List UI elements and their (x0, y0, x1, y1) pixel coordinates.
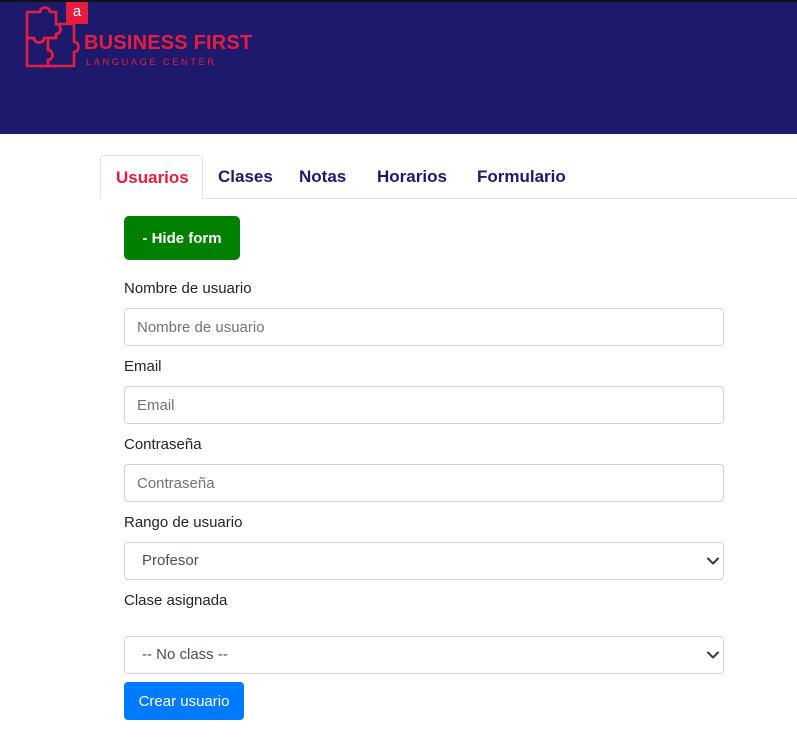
create-user-button[interactable]: Crear usuario (124, 682, 244, 720)
tab-notas[interactable]: Notas (284, 155, 361, 199)
chevron-down-icon (707, 651, 719, 659)
class-select[interactable]: -- No class -- (124, 636, 724, 674)
role-select-value: Profesor (142, 552, 199, 569)
password-input[interactable] (124, 464, 724, 502)
email-input[interactable] (124, 386, 724, 424)
logo-letter-badge: a (66, 2, 88, 24)
tab-formulario[interactable]: Formulario (462, 155, 581, 199)
logo-subtitle: LANGUAGE CENTER (86, 57, 217, 68)
chevron-down-icon (707, 557, 719, 565)
hide-form-button[interactable]: - Hide form (124, 216, 240, 260)
tab-usuarios[interactable]: Usuarios (100, 155, 203, 199)
site-header: a BUSINESS FIRST LANGUAGE CENTER (0, 0, 797, 134)
email-label: Email (124, 358, 162, 375)
tab-horarios[interactable]: Horarios (362, 155, 462, 199)
role-select[interactable]: Profesor (124, 542, 724, 580)
business-first-logo[interactable]: a BUSINESS FIRST LANGUAGE CENTER (24, 2, 264, 72)
logo-title: BUSINESS FIRST (84, 32, 253, 54)
tab-clases[interactable]: Clases (203, 155, 288, 199)
role-label: Rango de usuario (124, 514, 243, 531)
class-label: Clase asignada (124, 592, 228, 609)
username-label: Nombre de usuario (124, 280, 252, 297)
username-input[interactable] (124, 308, 724, 346)
password-label: Contraseña (124, 436, 202, 453)
class-select-value: -- No class -- (142, 646, 228, 663)
